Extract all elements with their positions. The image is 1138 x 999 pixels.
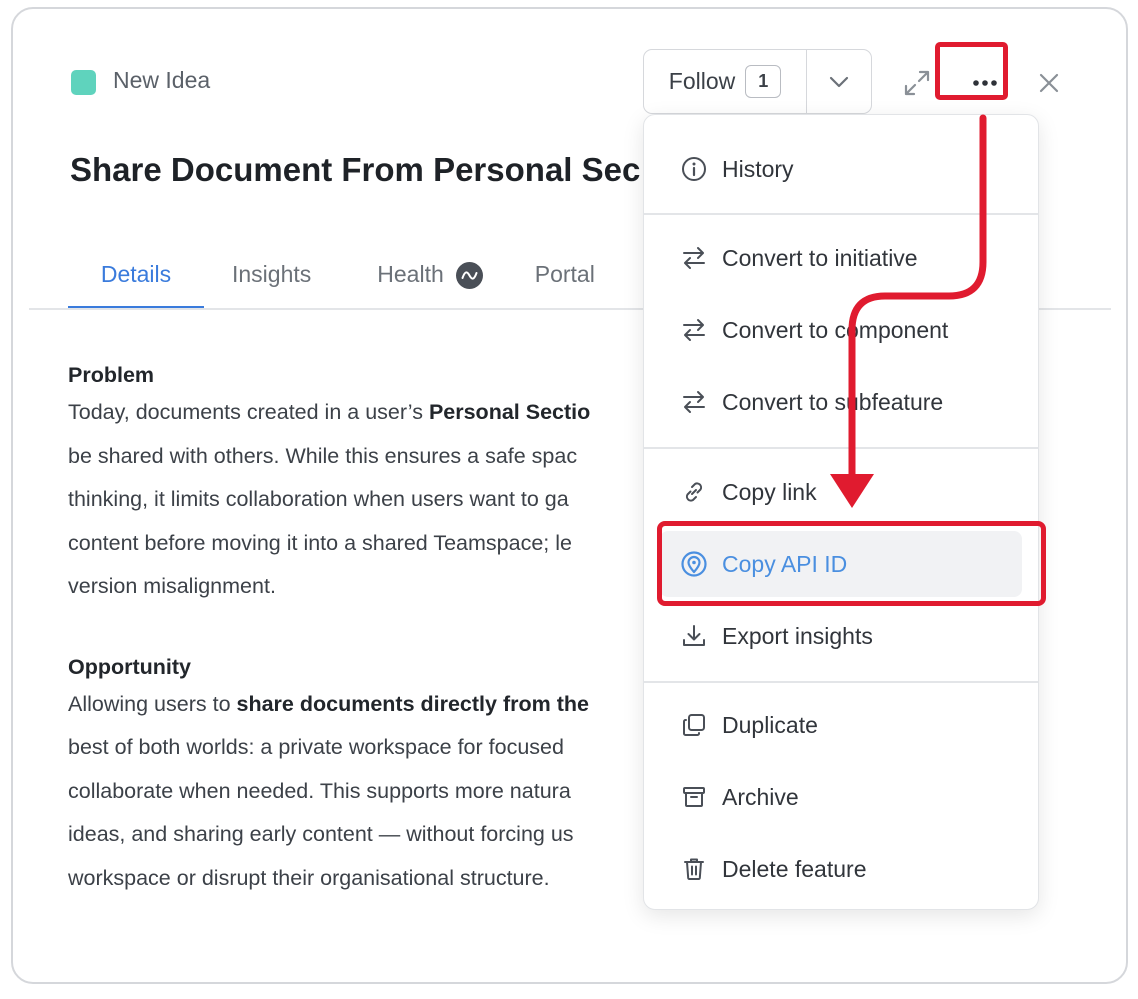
- menu-item-label: Copy link: [722, 478, 817, 505]
- menu-item-label: Duplicate: [722, 711, 818, 738]
- menu-item-label: Copy API ID: [722, 550, 848, 577]
- menu-item-label: Delete feature: [722, 855, 867, 882]
- tab-details[interactable]: Details: [68, 249, 204, 309]
- menu-item-history[interactable]: History: [644, 136, 1038, 202]
- menu-item-export-insights[interactable]: Export insights: [644, 603, 1038, 669]
- menu-item-label: Convert to subfeature: [722, 388, 944, 415]
- follow-button-group: Follow 1: [643, 49, 872, 114]
- more-options-menu: History Convert to initiative Convert to…: [643, 114, 1039, 910]
- tab-bar: Details Insights Health Portal: [68, 249, 595, 309]
- tab-label: Portal: [534, 261, 595, 287]
- menu-divider: [644, 447, 1038, 449]
- chevron-down-icon: [829, 76, 849, 87]
- status-color-swatch: [71, 70, 96, 95]
- tab-health[interactable]: Health: [377, 249, 483, 309]
- info-icon: [680, 155, 708, 183]
- api-target-icon: [680, 550, 708, 578]
- trash-icon: [680, 855, 708, 883]
- download-icon: [680, 622, 708, 650]
- menu-item-label: Convert to component: [722, 316, 949, 343]
- duplicate-icon: [680, 711, 708, 739]
- menu-item-copy-api-id[interactable]: Copy API ID: [660, 531, 1022, 597]
- menu-item-delete-feature[interactable]: Delete feature: [644, 836, 1038, 902]
- follow-count-badge: 1: [745, 65, 782, 98]
- close-icon: [1039, 73, 1059, 93]
- menu-item-convert-subfeature[interactable]: Convert to subfeature: [644, 369, 1038, 435]
- expand-button[interactable]: [899, 65, 935, 101]
- menu-item-copy-link[interactable]: Copy link: [644, 459, 1038, 525]
- follow-button[interactable]: Follow 1: [644, 50, 807, 113]
- menu-item-label: History: [722, 155, 794, 182]
- more-dots-icon: [973, 80, 997, 86]
- menu-item-label: Convert to initiative: [722, 244, 918, 271]
- follow-label: Follow: [668, 68, 736, 94]
- menu-item-label: Archive: [722, 783, 799, 810]
- tab-label: Insights: [232, 261, 312, 287]
- link-icon: [680, 478, 708, 506]
- menu-item-duplicate[interactable]: Duplicate: [644, 692, 1038, 758]
- menu-divider: [644, 681, 1038, 683]
- menu-divider: [644, 213, 1038, 215]
- menu-item-label: Export insights: [722, 622, 873, 649]
- close-button[interactable]: [1031, 65, 1067, 101]
- menu-item-convert-component[interactable]: Convert to component: [644, 297, 1038, 363]
- convert-arrows-icon: [680, 388, 708, 416]
- tab-label: Health: [377, 261, 444, 287]
- convert-arrows-icon: [680, 244, 708, 272]
- tab-label: Details: [100, 261, 172, 287]
- health-trend-icon: [455, 262, 483, 289]
- page-title: Share Document From Personal Sec: [70, 151, 641, 188]
- convert-arrows-icon: [680, 316, 708, 344]
- menu-item-convert-initiative[interactable]: Convert to initiative: [644, 225, 1038, 291]
- menu-item-archive[interactable]: Archive: [644, 764, 1038, 830]
- expand-icon: [904, 70, 930, 96]
- archive-icon: [680, 783, 708, 811]
- more-options-button[interactable]: [963, 65, 1007, 101]
- tab-insights[interactable]: Insights: [232, 249, 311, 309]
- follow-options-button[interactable]: [807, 50, 871, 113]
- status-label[interactable]: New Idea: [113, 67, 210, 94]
- tab-portal[interactable]: Portal: [535, 249, 595, 309]
